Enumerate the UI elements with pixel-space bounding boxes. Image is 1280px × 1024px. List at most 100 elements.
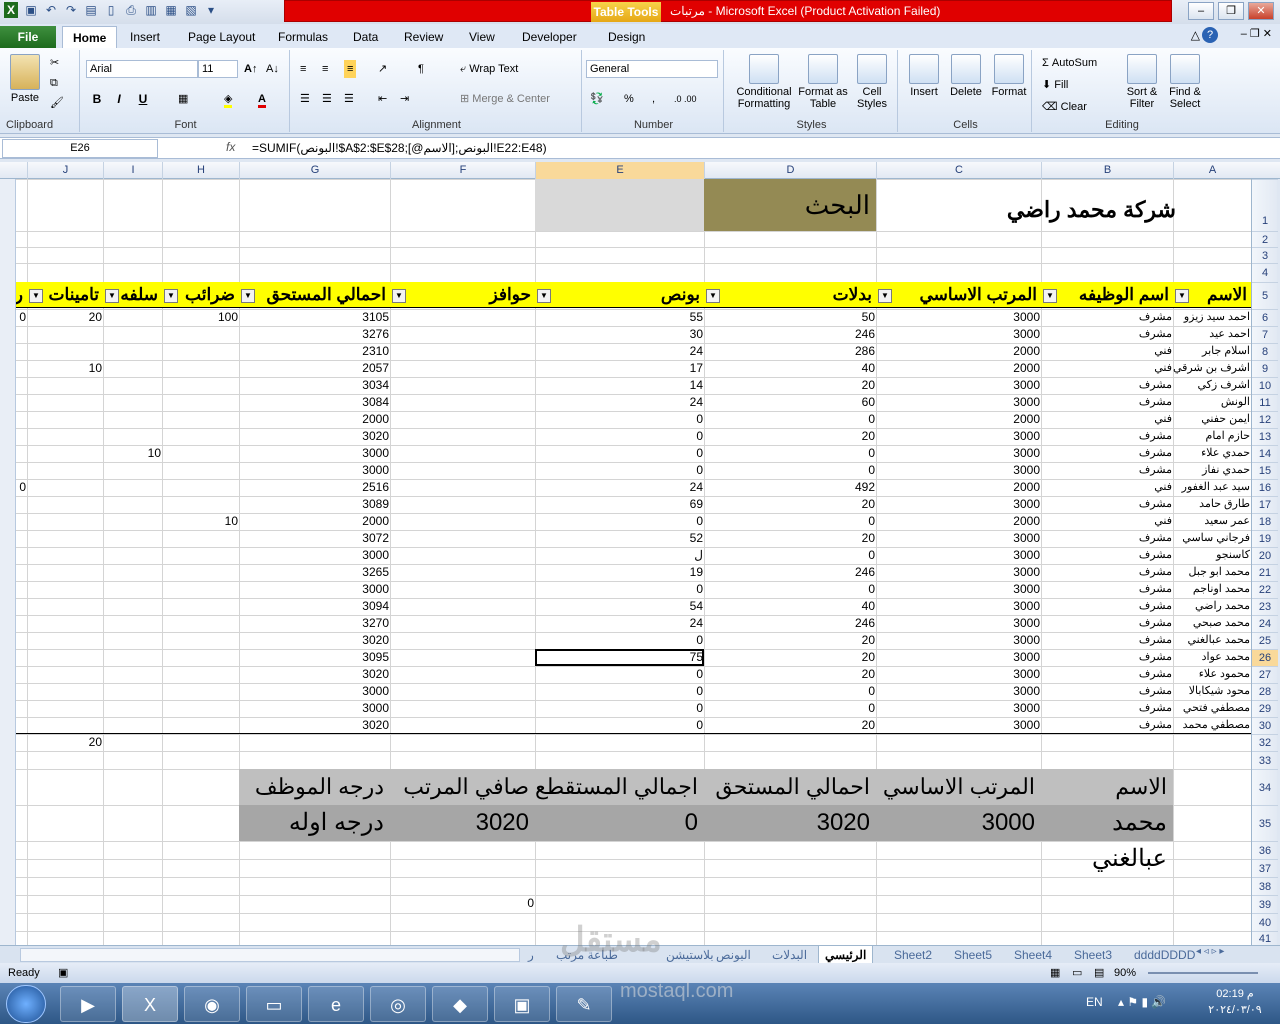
row-header-12[interactable]: 12: [1252, 411, 1278, 428]
cell-c-base[interactable]: 3000: [876, 564, 1041, 581]
row-header-37[interactable]: 37: [1252, 859, 1278, 877]
sheet-tab-6[interactable]: البدلات: [766, 946, 813, 964]
cell-c-base[interactable]: 3000: [876, 581, 1041, 598]
row-header-30[interactable]: 30: [1252, 717, 1278, 734]
sheet-tab-9[interactable]: طباعة مرتب: [550, 946, 624, 964]
cell-e-bonus[interactable]: 0: [535, 683, 704, 700]
sheet-tab-2[interactable]: Sheet4: [1008, 946, 1058, 964]
cell-c-base[interactable]: 3000: [876, 649, 1041, 666]
row-header-11[interactable]: 11: [1252, 394, 1278, 411]
cell-e-bonus[interactable]: 19: [535, 564, 704, 581]
summary-value-4[interactable]: 3020: [390, 805, 535, 841]
macro-record-icon[interactable]: ▣: [58, 963, 68, 983]
cell-f39[interactable]: 0: [390, 895, 535, 912]
increase-decimal-icon[interactable]: .0 .00: [674, 90, 697, 108]
cell-b-job[interactable]: فني: [1041, 479, 1173, 496]
summary-header-3[interactable]: اجمالي المستقطع: [535, 769, 704, 805]
cell-c-base[interactable]: 3000: [876, 615, 1041, 632]
italic-button[interactable]: I: [110, 90, 128, 108]
cell-c-base[interactable]: 2000: [876, 513, 1041, 530]
cell-d-allow[interactable]: 40: [704, 360, 876, 377]
cell-g-total[interactable]: 3000: [239, 547, 390, 564]
cell-c-base[interactable]: 3000: [876, 326, 1041, 343]
increase-indent-icon[interactable]: ⇥: [400, 90, 409, 108]
tab-formulas[interactable]: Formulas: [268, 26, 338, 48]
cell-b-job[interactable]: مشرف: [1041, 496, 1173, 513]
save-icon[interactable]: ▣: [24, 2, 38, 18]
tab-review[interactable]: Review: [394, 26, 453, 48]
cell-c-base[interactable]: 3000: [876, 377, 1041, 394]
row-header-22[interactable]: 22: [1252, 581, 1278, 598]
cell-a-name[interactable]: عمر سعيد: [1173, 513, 1251, 530]
cell-a-name[interactable]: فرجاني ساسي: [1173, 530, 1251, 547]
cell-a-name[interactable]: سيد عبد الغفور: [1173, 479, 1251, 496]
cell-g-total[interactable]: 3105: [239, 309, 390, 326]
cell-g-total[interactable]: 3020: [239, 428, 390, 445]
decrease-indent-icon[interactable]: ⇤: [378, 90, 387, 108]
cell-k-k[interactable]: 0: [16, 309, 27, 326]
tab-view[interactable]: View: [459, 26, 505, 48]
cell-a-name[interactable]: حازم امام: [1173, 428, 1251, 445]
summary-value-2[interactable]: 3020: [704, 805, 876, 841]
cell-b-job[interactable]: فني: [1041, 513, 1173, 530]
cell-b-job[interactable]: مشرف: [1041, 615, 1173, 632]
filter-dropdown-icon[interactable]: ▼: [241, 289, 255, 303]
row-header-39[interactable]: 39: [1252, 895, 1278, 913]
cell-a-name[interactable]: محمد عبالغني: [1173, 632, 1251, 649]
zoom-level[interactable]: 90%: [1114, 963, 1136, 983]
name-box[interactable]: E26: [2, 139, 158, 158]
cell-a-name[interactable]: حمدي نفاز: [1173, 462, 1251, 479]
cell-c-base[interactable]: 3000: [876, 445, 1041, 462]
fx-icon[interactable]: fx: [226, 140, 235, 154]
sheet-nav-icon[interactable]: ◂ ◃ ▹ ▸: [1196, 946, 1224, 957]
row-header-36[interactable]: 36: [1252, 841, 1278, 859]
cut-icon[interactable]: ✂: [50, 54, 59, 72]
cell-g-total[interactable]: 3094: [239, 598, 390, 615]
rtl-icon[interactable]: ¶: [418, 60, 424, 78]
summary-value-5[interactable]: درجه اوله: [239, 805, 390, 841]
row-header-13[interactable]: 13: [1252, 428, 1278, 445]
chrome-icon[interactable]: ◎: [370, 986, 426, 1022]
print-icon[interactable]: ⎙: [124, 2, 138, 18]
header-allow[interactable]: بدلات: [704, 282, 876, 308]
cell-a-name[interactable]: مصطفي فتحي: [1173, 700, 1251, 717]
sheet-tab-5[interactable]: الرئيسي: [818, 946, 874, 964]
cell-b-job[interactable]: مشرف: [1041, 649, 1173, 666]
cell-a-name[interactable]: محمد صبحي: [1173, 615, 1251, 632]
cell-j32[interactable]: 20: [27, 734, 103, 751]
cell-g-total[interactable]: 3270: [239, 615, 390, 632]
help-icon[interactable]: ?: [1202, 27, 1218, 43]
cell-d-allow[interactable]: 0: [704, 581, 876, 598]
sheet-tab-4[interactable]: Sheet2: [888, 946, 938, 964]
cell-b-job[interactable]: مشرف: [1041, 632, 1173, 649]
tab-page-layout[interactable]: Page Layout: [178, 26, 265, 48]
cell-b-job[interactable]: مشرف: [1041, 717, 1173, 734]
column-header-e[interactable]: E: [535, 162, 704, 179]
row-header-4[interactable]: 4: [1252, 263, 1278, 282]
row-header-26[interactable]: 26: [1252, 649, 1278, 666]
horizontal-scrollbar[interactable]: [20, 948, 520, 962]
currency-icon[interactable]: 💱: [590, 90, 604, 108]
cell-e-bonus[interactable]: 0: [535, 445, 704, 462]
close-icon[interactable]: ✕: [1248, 2, 1274, 20]
cell-a-name[interactable]: اشرف بن شرقي: [1173, 360, 1251, 377]
formula-input[interactable]: =SUMIF(البونص!$A$2:$E$28;[@الاسم];البونص…: [252, 141, 547, 155]
cell-c-base[interactable]: 2000: [876, 479, 1041, 496]
row-header-19[interactable]: 19: [1252, 530, 1278, 547]
cell-c-base[interactable]: 3000: [876, 632, 1041, 649]
cell-d-allow[interactable]: 0: [704, 700, 876, 717]
cell-g-total[interactable]: 2057: [239, 360, 390, 377]
cell-d-allow[interactable]: 492: [704, 479, 876, 496]
header-incent[interactable]: حوافز: [390, 282, 535, 308]
sheet-tab-10[interactable]: ر: [522, 946, 540, 964]
format-as-table-button[interactable]: Format as Table: [798, 54, 848, 110]
cell-b-job[interactable]: فني: [1041, 360, 1173, 377]
cell-e-bonus[interactable]: 0: [535, 632, 704, 649]
summary-value-0[interactable]: محمد عبالغني: [1041, 805, 1173, 872]
cell-g-total[interactable]: 3020: [239, 666, 390, 683]
cell-a-name[interactable]: اشرف زكي: [1173, 377, 1251, 394]
summary-header-5[interactable]: درجه الموظف: [239, 769, 390, 805]
cell-b-job[interactable]: مشرف: [1041, 445, 1173, 462]
cell-b-job[interactable]: مشرف: [1041, 564, 1173, 581]
cell-b-job[interactable]: مشرف: [1041, 394, 1173, 411]
